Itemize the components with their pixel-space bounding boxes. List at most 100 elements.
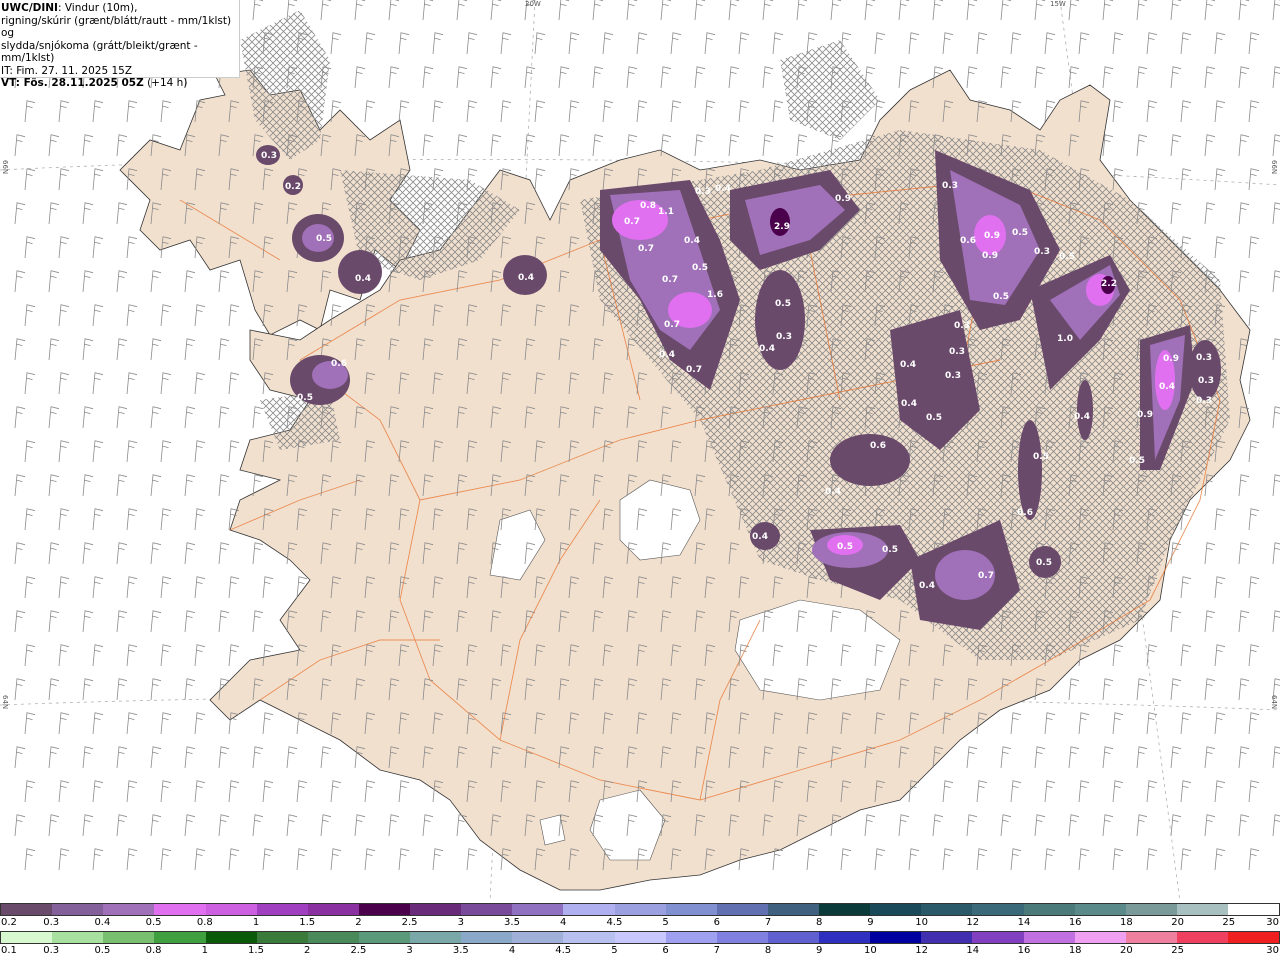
legend-label: 25	[1222, 917, 1236, 928]
snow-value-label: 0.6	[1017, 508, 1033, 518]
legend-swatch	[767, 904, 819, 915]
legend-label: 14	[966, 945, 980, 956]
lat-label-64n-left: 64N	[1, 695, 9, 710]
snow-value-label: 0.5	[1012, 228, 1028, 238]
legend-label: 0.3	[43, 917, 60, 928]
legend-label: 1.5	[299, 917, 316, 928]
snow-value-label: 0.3	[949, 347, 965, 357]
legend-swatch	[819, 932, 871, 943]
snow-value-label: 0.3	[261, 151, 277, 161]
legend-label: 3	[457, 917, 464, 928]
snow-value-label: 0.7	[978, 571, 994, 581]
snow-value-label: 0.4	[715, 184, 731, 194]
snow-value-label: 2.9	[774, 222, 790, 232]
lon-label-15w: 15W	[1050, 0, 1066, 8]
lat-label-64n-right: 64N	[1270, 695, 1278, 710]
snow-value-label: 0.4	[684, 236, 700, 246]
title-line-3: slydda/snjókoma (grátt/bleikt/grænt - mm…	[1, 39, 198, 65]
legend-swatch	[716, 932, 768, 943]
snow-value-label: 0.4	[759, 344, 775, 354]
snow-value-label: 0.3	[942, 181, 958, 191]
legend-swatch	[205, 932, 257, 943]
legend-label: 8	[764, 945, 772, 956]
snow-value-label: 0.4	[901, 399, 917, 409]
map-title-box: UWC/DINI: Vindur (10m), rigning/skúrir (…	[0, 0, 240, 89]
legend-swatch	[921, 904, 973, 915]
legend-label: 0.1	[1, 945, 17, 956]
legend-swatch	[154, 904, 206, 915]
legend-label: 6	[662, 945, 669, 956]
snow-value-label: 1.6	[707, 290, 723, 300]
snow-value-label: 0.6	[331, 359, 347, 369]
legend-swatch	[767, 932, 819, 943]
legend-label: 10	[864, 945, 877, 956]
legend-label: 2.5	[401, 917, 418, 928]
legend-label: 9	[816, 945, 823, 956]
snow-value-label: 0.7	[664, 320, 680, 330]
legend-swatch	[614, 904, 666, 915]
legend-label: 1	[252, 917, 260, 928]
snow-value-label: 0.5	[1033, 452, 1049, 462]
legend-label: 2	[355, 917, 362, 928]
title-line-2: rigning/skúrir (grænt/blátt/rautt - mm/1…	[1, 14, 232, 40]
legend-swatch	[972, 932, 1024, 943]
snow-value-label: 0.5	[775, 299, 791, 309]
snow-value-label: 0.3	[954, 321, 970, 331]
snow-value-label: 0.7	[638, 244, 654, 254]
snow-value-label: 0.6	[960, 236, 976, 246]
legend-label: 0.4	[94, 917, 111, 928]
legend-label: 1.5	[248, 945, 264, 956]
legend-label: 0.2	[1, 917, 17, 928]
lead-time: (+14 h)	[143, 77, 188, 89]
legend-swatch	[52, 904, 104, 915]
legend-label: 0.3	[43, 945, 60, 956]
legend-label: 4.5	[606, 917, 623, 928]
legend-swatch	[256, 904, 308, 915]
legend-label: 10	[915, 917, 928, 928]
legend-swatch	[512, 932, 564, 943]
snow-value-label: 0.7	[686, 365, 702, 375]
legend-label: 6	[713, 917, 720, 928]
legend-label: 2	[304, 945, 311, 956]
legend-swatch	[103, 904, 155, 915]
legend-swatch	[358, 904, 410, 915]
legend-label: 7	[713, 945, 720, 956]
legend-label: 20	[1120, 945, 1133, 956]
legend-swatch	[1, 904, 53, 915]
snow-value-label: 0.2	[285, 182, 301, 192]
legend-label: 25	[1171, 945, 1184, 956]
snow-value-label: 0.9	[1137, 410, 1153, 420]
snow-value-label: 0.3	[776, 332, 792, 342]
lon-label-20w: 20W	[525, 0, 541, 8]
legend-swatch	[1, 932, 53, 943]
legend-label: 5	[611, 945, 618, 956]
legend-label: 18	[1068, 945, 1082, 956]
legend-swatch	[563, 904, 615, 915]
rain-legend-labels: 0.1 0.3 0.5 0.8 1 1.5 2 2.5 3 3.5 4 4.5 5 6 7 8 9 10 12 14 1…	[0, 944, 1280, 959]
legend-swatch	[307, 932, 359, 943]
legend-label: 20	[1171, 917, 1184, 928]
snow-value-label: 0.9	[982, 251, 998, 261]
snow-color-bar	[0, 903, 1280, 916]
snow-value-label: 0.3	[945, 371, 961, 381]
snow-value-label: 0.4	[825, 487, 841, 497]
legend-label: 7	[764, 917, 772, 928]
snow-value-label: 1.0	[1057, 334, 1073, 344]
legend-swatch	[716, 904, 768, 915]
legend-label: 0.5	[145, 917, 162, 928]
legend-swatch	[563, 932, 615, 943]
legend-swatch	[307, 904, 359, 915]
legend-swatch	[972, 904, 1024, 915]
legend-swatch	[461, 904, 513, 915]
legend-swatch	[1023, 932, 1075, 943]
legend-swatch	[870, 932, 922, 943]
legend-label: 30	[1266, 917, 1279, 928]
snow-value-label: 0.4	[355, 274, 371, 284]
model-name: UWC/DINI	[1, 2, 58, 14]
snow-value-label: 0.8	[640, 201, 656, 211]
legend-label: 5	[662, 917, 669, 928]
snow-value-label: 0.9	[984, 231, 1000, 241]
legend-label: 9	[867, 917, 874, 928]
snow-value-label: 0.9	[1163, 354, 1179, 364]
snow-value-label: 0.5	[837, 542, 853, 552]
